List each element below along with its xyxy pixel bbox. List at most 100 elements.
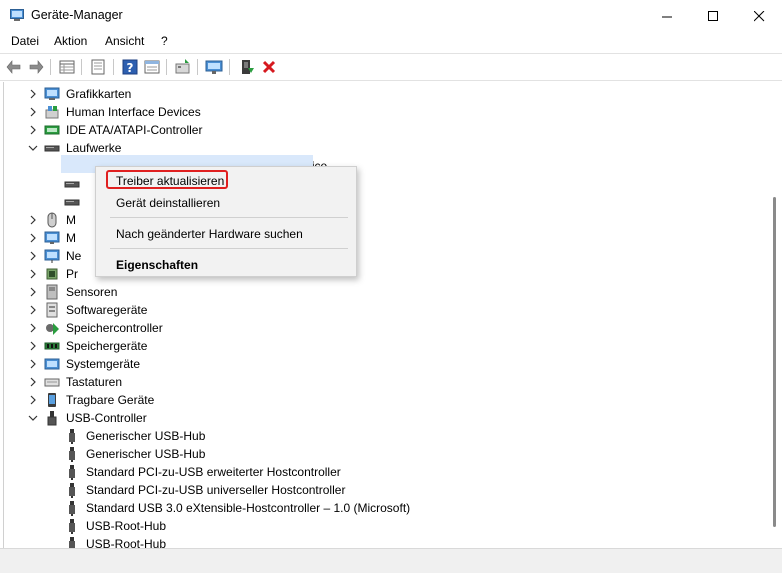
tree-row-label: Softwaregeräte bbox=[66, 303, 148, 317]
chevron-right-icon[interactable] bbox=[28, 124, 38, 136]
toolbar-separator bbox=[113, 59, 114, 75]
chevron-down-icon[interactable] bbox=[28, 412, 38, 424]
tree-category-row[interactable]: IDE ATA/ATAPI-Controller bbox=[4, 121, 764, 139]
chevron-right-icon[interactable] bbox=[28, 358, 38, 370]
tree-row-label: Human Interface Devices bbox=[66, 105, 201, 119]
driver-details-icon[interactable] bbox=[143, 58, 161, 76]
hid-icon bbox=[45, 106, 59, 119]
tree-category-row[interactable]: Grafikkarten bbox=[4, 85, 764, 103]
scrollbar-thumb[interactable] bbox=[773, 197, 776, 527]
update-driver-icon[interactable] bbox=[174, 58, 192, 76]
tree-row-label: Speichercontroller bbox=[66, 321, 163, 335]
menu-separator bbox=[110, 248, 348, 249]
menu-item-geraet-deinstallieren[interactable]: Gerät deinstallieren bbox=[116, 196, 220, 210]
tree-child-row[interactable]: USB-Root-Hub bbox=[4, 535, 764, 548]
tree-category-row[interactable]: Speichercontroller bbox=[4, 319, 764, 337]
maximize-icon bbox=[707, 10, 718, 21]
tree-row-label: USB-Root-Hub bbox=[86, 537, 167, 548]
usb-plug-icon bbox=[69, 537, 75, 548]
maximize-button[interactable] bbox=[690, 0, 736, 32]
tree-child-row[interactable]: USB-Root-Hub bbox=[4, 517, 764, 535]
toolbar-separator bbox=[81, 59, 82, 75]
chevron-right-icon[interactable] bbox=[28, 250, 38, 262]
menu-item-hardware-suchen[interactable]: Nach geänderter Hardware suchen bbox=[116, 227, 303, 241]
chevron-right-icon[interactable] bbox=[28, 340, 38, 352]
forward-icon[interactable] bbox=[27, 58, 45, 76]
usb-icon bbox=[47, 411, 57, 426]
vertical-scrollbar[interactable] bbox=[767, 82, 782, 548]
tree-category-row[interactable]: Systemgeräte bbox=[4, 355, 764, 373]
disk-drive-icon bbox=[44, 145, 60, 152]
chevron-right-icon[interactable] bbox=[28, 232, 38, 244]
chevron-right-icon[interactable] bbox=[28, 106, 38, 118]
usb-plug-icon bbox=[69, 483, 75, 498]
tree-category-row[interactable]: Tragbare Geräte bbox=[4, 391, 764, 409]
highlight-annotation bbox=[106, 170, 228, 189]
properties-grid-icon[interactable] bbox=[58, 58, 76, 76]
network-adapter-icon bbox=[44, 249, 60, 263]
svg-text:?: ? bbox=[127, 61, 134, 75]
menu-ansicht[interactable]: Ansicht bbox=[105, 34, 144, 48]
tree-category-row[interactable]: USB-Controller bbox=[4, 409, 764, 427]
tree-row-label: USB-Controller bbox=[66, 411, 147, 425]
tree-row-label: Pr bbox=[66, 267, 78, 281]
chevron-right-icon[interactable] bbox=[28, 214, 38, 226]
storage-controller-icon bbox=[46, 323, 59, 335]
properties-sheet-icon[interactable] bbox=[89, 58, 107, 76]
chevron-right-icon[interactable] bbox=[28, 268, 38, 280]
menu-aktion[interactable]: Aktion bbox=[54, 34, 87, 48]
tree-child-row[interactable]: Generischer USB-Hub bbox=[4, 445, 764, 463]
ide-controller-icon bbox=[44, 125, 60, 135]
chevron-right-icon[interactable] bbox=[28, 304, 38, 316]
tree-category-row[interactable]: Softwaregeräte bbox=[4, 301, 764, 319]
mouse-icon bbox=[47, 212, 57, 228]
disk-drive-icon bbox=[64, 199, 80, 206]
chevron-right-icon[interactable] bbox=[28, 286, 38, 298]
close-button[interactable] bbox=[736, 0, 782, 32]
usb-plug-icon bbox=[69, 429, 75, 444]
tree-category-row[interactable]: Human Interface Devices bbox=[4, 103, 764, 121]
tree-child-row[interactable]: Standard PCI-zu-USB erweiterter Hostcont… bbox=[4, 463, 764, 481]
help-icon[interactable]: ? bbox=[121, 58, 139, 76]
back-icon[interactable] bbox=[5, 58, 23, 76]
minimize-button[interactable] bbox=[644, 0, 690, 32]
tree-category-row[interactable]: Tastaturen bbox=[4, 373, 764, 391]
tree-category-row[interactable]: Sensoren bbox=[4, 283, 764, 301]
tree-child-row[interactable]: Standard PCI-zu-USB universeller Hostcon… bbox=[4, 481, 764, 499]
system-device-icon bbox=[44, 358, 60, 370]
chevron-right-icon[interactable] bbox=[28, 376, 38, 388]
monitor-scan-icon[interactable] bbox=[205, 58, 223, 76]
toolbar-separator bbox=[229, 59, 230, 75]
memory-icon bbox=[44, 342, 60, 350]
usb-plug-icon bbox=[69, 447, 75, 462]
chevron-down-icon[interactable] bbox=[28, 142, 38, 154]
chevron-right-icon[interactable] bbox=[28, 394, 38, 406]
menu-datei[interactable]: Datei bbox=[11, 34, 39, 48]
toolbar: ? bbox=[0, 53, 782, 81]
tree-row-label: Standard USB 3.0 eXtensible-Hostcontroll… bbox=[86, 501, 411, 515]
tree-child-row[interactable]: Generischer USB-Hub bbox=[4, 427, 764, 445]
tree-row-label: Speichergeräte bbox=[66, 339, 148, 353]
menu-separator bbox=[110, 217, 348, 218]
toolbar-separator bbox=[197, 59, 198, 75]
tree-row-label: Generischer USB-Hub bbox=[86, 447, 206, 461]
tree-row-label: M bbox=[66, 213, 76, 227]
chevron-right-icon[interactable] bbox=[28, 322, 38, 334]
tree-category-row[interactable]: Speichergeräte bbox=[4, 337, 764, 355]
add-device-icon[interactable] bbox=[238, 58, 256, 76]
menu-item-eigenschaften[interactable]: Eigenschaften bbox=[116, 258, 198, 272]
tree-row-label: IDE ATA/ATAPI-Controller bbox=[66, 123, 203, 137]
chevron-right-icon[interactable] bbox=[28, 88, 38, 100]
display-adapter-icon bbox=[44, 87, 60, 100]
minimize-icon bbox=[661, 16, 672, 17]
menu-help[interactable]: ? bbox=[161, 34, 168, 48]
tree-row-label: Laufwerke bbox=[66, 141, 122, 155]
usb-plug-icon bbox=[69, 465, 75, 480]
processor-icon bbox=[46, 268, 58, 280]
uninstall-icon[interactable] bbox=[260, 58, 278, 76]
toolbar-separator bbox=[50, 59, 51, 75]
tree-row-label: Sensoren bbox=[66, 285, 118, 299]
tree-child-row[interactable]: Standard USB 3.0 eXtensible-Hostcontroll… bbox=[4, 499, 764, 517]
device-tree[interactable]: Grafikkarten Human Interface Devices IDE A… bbox=[3, 82, 767, 548]
keyboard-icon bbox=[44, 378, 60, 387]
